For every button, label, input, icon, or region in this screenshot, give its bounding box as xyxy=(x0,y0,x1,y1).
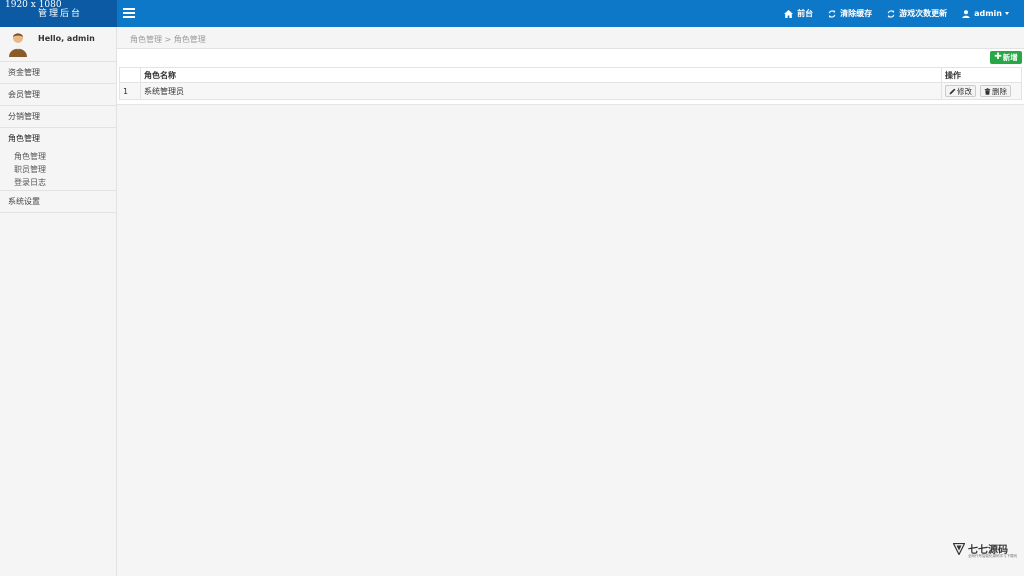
table-header-actions: 操作 xyxy=(941,67,1022,83)
nav-frontend-link[interactable]: 前台 xyxy=(784,8,813,19)
nav-clear-cache-label: 清除缓存 xyxy=(840,9,873,18)
top-navbar: 1920 x 1080 管理后台 前台 清除缓存 游戏次数更新 admin xyxy=(0,0,1024,27)
sidebar-submenu-roles: 角色管理 职员管理 登录日志 xyxy=(0,150,116,190)
sidebar: Hello, admin 资金管理 会员管理 分销管理 角色管理 角色管理 职员… xyxy=(0,27,117,576)
sidebar-subitem-staff-management[interactable]: 职员管理 xyxy=(0,163,116,176)
roles-table: 角色名称 操作 1 系统管理员 修改 删除 xyxy=(119,67,1022,100)
table-header-index xyxy=(119,67,141,83)
row-actions: 修改 删除 xyxy=(941,82,1022,100)
sidebar-subitem-role-management[interactable]: 角色管理 xyxy=(0,150,116,163)
pencil-icon xyxy=(949,88,956,94)
table-row: 1 系统管理员 修改 删除 xyxy=(119,82,1022,100)
sidebar-item-roles[interactable]: 角色管理 xyxy=(0,128,116,150)
delete-button-label: 删除 xyxy=(992,86,1007,96)
user-name: admin xyxy=(974,9,1002,18)
plus-icon: ✚ xyxy=(994,52,1002,62)
refresh-icon xyxy=(828,9,836,18)
menu-toggle-icon[interactable] xyxy=(123,8,135,18)
nav-clear-cache-link[interactable]: 清除缓存 xyxy=(828,8,872,19)
edit-button[interactable]: 修改 xyxy=(945,85,976,97)
nav-game-update-link[interactable]: 游戏次数更新 xyxy=(887,8,947,19)
sidebar-item-distribution[interactable]: 分销管理 xyxy=(0,106,116,128)
sidebar-subitem-login-log[interactable]: 登录日志 xyxy=(0,176,116,189)
greeting-text: Hello, admin xyxy=(38,34,95,43)
user-dropdown[interactable]: admin xyxy=(962,9,1009,18)
edit-button-label: 修改 xyxy=(957,86,972,96)
table-header-row: 角色名称 操作 xyxy=(119,67,1022,83)
brand-logo[interactable]: 1920 x 1080 管理后台 xyxy=(0,0,117,27)
brand-title: 管理后台 xyxy=(38,9,83,19)
breadcrumb: 角色管理 > 角色管理 xyxy=(130,35,206,44)
user-icon xyxy=(962,9,970,18)
row-index: 1 xyxy=(119,82,141,100)
refresh-icon xyxy=(887,9,895,18)
nav-game-update-label: 游戏次数更新 xyxy=(899,9,948,18)
trash-icon xyxy=(984,87,991,95)
add-button[interactable]: ✚ 新增 xyxy=(990,51,1022,64)
delete-button[interactable]: 删除 xyxy=(980,85,1011,97)
nav-frontend-label: 前台 xyxy=(797,9,814,18)
watermark-subtitle: 全网代号智能化源码学习下载网 xyxy=(968,554,1017,558)
user-panel: Hello, admin xyxy=(0,27,116,62)
caret-down-icon xyxy=(1005,12,1009,15)
sidebar-item-members[interactable]: 会员管理 xyxy=(0,84,116,106)
top-nav-links: 前台 清除缓存 游戏次数更新 admin xyxy=(784,0,1024,27)
sidebar-group-roles: 角色管理 角色管理 职员管理 登录日志 xyxy=(0,128,116,191)
home-icon xyxy=(784,9,794,18)
watermark-logo: 七七源码 全网代号智能化源码学习下载网 xyxy=(953,541,1017,561)
sidebar-item-system-settings[interactable]: 系统设置 xyxy=(0,191,116,213)
table-header-role-name: 角色名称 xyxy=(140,67,942,83)
avatar xyxy=(9,33,27,57)
sidebar-item-funds[interactable]: 资金管理 xyxy=(0,62,116,84)
logo-mark-icon xyxy=(953,543,965,555)
add-button-label: 新增 xyxy=(1002,53,1018,62)
row-role-name: 系统管理员 xyxy=(140,82,942,100)
